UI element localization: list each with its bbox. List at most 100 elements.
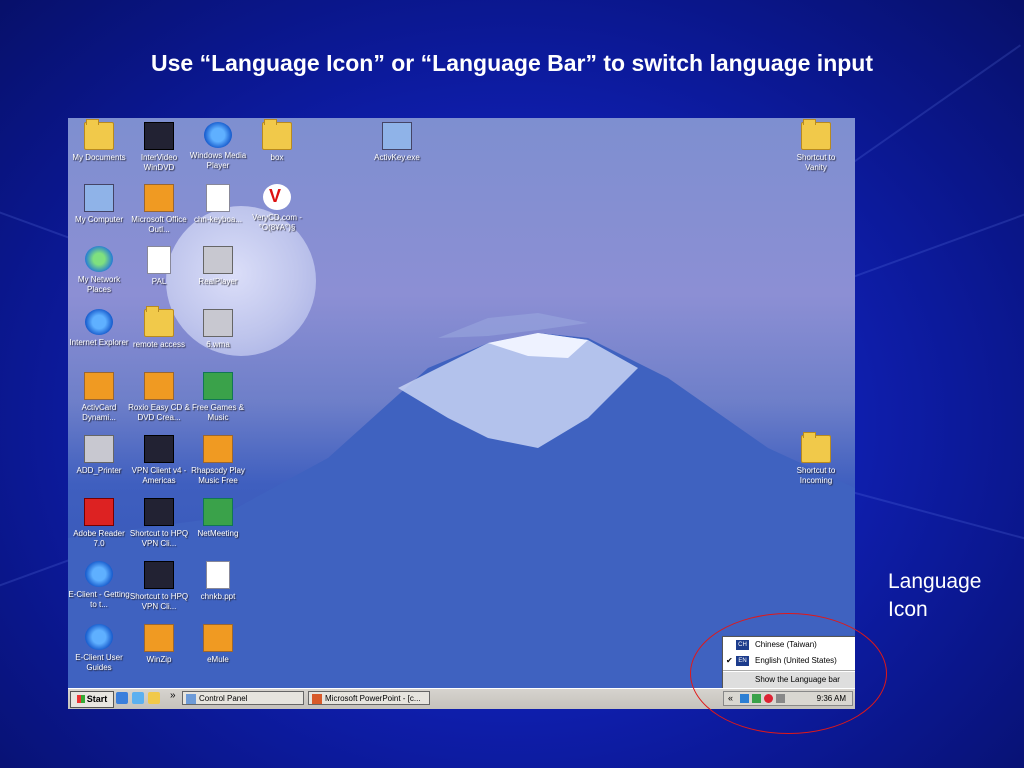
desktop-icon-roxio[interactable]: Roxio Easy CD & DVD Crea... — [128, 372, 190, 423]
task-label: Control Panel — [199, 694, 248, 703]
desktop-icon-pal[interactable]: PAL — [128, 246, 190, 287]
icon-label: Shortcut to HPQ VPN Cli... — [129, 529, 189, 548]
icon-label: E-Client User Guides — [75, 653, 123, 672]
games-icon — [203, 372, 233, 400]
icon-label: eMule — [207, 655, 229, 664]
desktop-icon-my-computer[interactable]: My Computer — [68, 184, 130, 225]
taskbar-item-control-panel[interactable]: Control Panel — [182, 691, 304, 705]
icon-label: Free Games & Music — [191, 403, 244, 422]
network-icon — [85, 246, 113, 272]
icon-label: remote access — [132, 340, 186, 349]
e-client-icon — [85, 561, 113, 587]
e-client-guides-icon — [85, 624, 113, 650]
start-button[interactable]: Start — [70, 691, 114, 708]
icon-label: Internet Explorer — [69, 338, 129, 347]
desktop-icon-realplayer[interactable]: RealPlayer — [187, 246, 249, 287]
powerpoint-file-icon — [206, 561, 230, 589]
icon-label: RealPlayer — [198, 277, 238, 286]
desktop-icon-netmeeting[interactable]: NetMeeting — [187, 498, 249, 539]
folder-icon — [144, 306, 174, 337]
powerpoint-icon — [312, 694, 322, 704]
desktop-icon-add-printer[interactable]: ADD_Printer — [68, 435, 130, 476]
hp-icon — [144, 435, 174, 463]
desktop-icon-adobe-reader[interactable]: Adobe Reader 7.0 — [68, 498, 130, 549]
icon-label: My Documents — [72, 153, 126, 162]
folder-icon — [801, 432, 831, 463]
icon-label: chnkb.ppt — [200, 592, 236, 601]
desktop-icon-shortcut-vanity[interactable]: Shortcut to Vanity — [785, 119, 847, 173]
desktop-icon-box[interactable]: box — [246, 119, 308, 163]
hp-icon — [144, 498, 174, 526]
quicklaunch-ie-icon[interactable] — [116, 692, 128, 704]
desktop-icon-vpn-client[interactable]: VPN Client v4 - Americas — [128, 435, 190, 486]
icon-label: box — [270, 153, 284, 162]
icon-label: E-Client - Getting to t... — [68, 590, 130, 609]
desktop-icon-shortcut-incoming[interactable]: Shortcut to Incoming — [785, 432, 847, 486]
netmeeting-icon — [203, 498, 233, 526]
desktop-icon-chn-keyboard[interactable]: chn-keyboa... — [187, 184, 249, 225]
desktop-icon-emule[interactable]: eMule — [187, 624, 249, 665]
hp-icon — [144, 561, 174, 589]
icon-label: VPN Client v4 - Americas — [131, 466, 187, 485]
windows-flag-icon — [76, 695, 85, 703]
folder-icon — [262, 119, 292, 150]
desktop-icon-e-client-getting[interactable]: E-Client - Getting to t... — [68, 561, 130, 610]
desktop-icon-hpq-vpn-2[interactable]: Shortcut to HPQ VPN Cli... — [128, 561, 190, 612]
desktop-icon-my-network-places[interactable]: My Network Places — [68, 246, 130, 295]
icon-label: Shortcut to Vanity — [796, 153, 836, 172]
internet-explorer-icon — [85, 309, 113, 335]
word-document-icon — [206, 184, 230, 212]
media-player-icon — [204, 122, 232, 148]
desktop-icon-e-client-guides[interactable]: E-Client User Guides — [68, 624, 130, 673]
icon-label: Adobe Reader 7.0 — [73, 529, 125, 548]
quicklaunch-chevron[interactable]: » — [170, 690, 176, 701]
rhapsody-icon — [203, 435, 233, 463]
icon-label: Roxio Easy CD & DVD Crea... — [128, 403, 190, 422]
icon-label: ActivCard Dynami... — [81, 403, 117, 422]
desktop-icon-winzip[interactable]: WinZip — [128, 624, 190, 665]
desktop-icon-outlook[interactable]: Microsoft Office Outl... — [128, 184, 190, 235]
desktop-icon-activkey[interactable]: ActivKey.exe — [366, 122, 428, 163]
winzip-icon — [144, 624, 174, 652]
desktop-icon-remote-access[interactable]: remote access — [128, 306, 190, 350]
slide-title: Use “Language Icon” or “Language Bar” to… — [150, 50, 874, 76]
icon-label: Windows Media Player — [189, 151, 247, 170]
control-panel-icon — [186, 694, 196, 704]
icon-label: PAL — [151, 277, 167, 286]
start-label: Start — [86, 694, 108, 704]
quicklaunch-explorer-icon[interactable] — [132, 692, 144, 704]
desktop-icon-verycd[interactable]: VeryCD.com - °Ο(8¥Α°)§ — [246, 184, 308, 233]
adobe-reader-icon — [84, 498, 114, 526]
desktop-screenshot: My Documents My Computer My Network Plac… — [68, 118, 855, 709]
windvd-icon — [144, 122, 174, 150]
icon-label: chn-keyboa... — [193, 215, 243, 224]
annotation-line-2: Icon — [888, 598, 928, 621]
quicklaunch-folder-icon[interactable] — [148, 692, 160, 704]
outlook-icon — [144, 184, 174, 212]
desktop-icon-windvd[interactable]: InterVideo WinDVD — [128, 122, 190, 173]
taskbar-item-powerpoint[interactable]: Microsoft PowerPoint - [c... — [308, 691, 430, 705]
icon-label: Shortcut to HPQ VPN Cli... — [129, 592, 189, 611]
icon-label: Microsoft Office Outl... — [131, 215, 187, 234]
icon-label: WinZip — [146, 655, 172, 664]
printer-icon — [84, 435, 114, 463]
desktop-icon-activcard[interactable]: ActivCard Dynami... — [68, 372, 130, 423]
desktop-icon-chnkb-ppt[interactable]: chnkb.ppt — [187, 561, 249, 602]
desktop-icon-windows-media-player[interactable]: Windows Media Player — [187, 122, 249, 171]
desktop-icon-free-games[interactable]: Free Games & Music — [187, 372, 249, 423]
folder-icon — [84, 119, 114, 150]
desktop-icon-hpq-vpn-1[interactable]: Shortcut to HPQ VPN Cli... — [128, 498, 190, 549]
desktop-icon-rhapsody[interactable]: Rhapsody Play Music Free — [187, 435, 249, 486]
icon-label: ADD_Printer — [76, 466, 122, 475]
pal-icon — [147, 246, 171, 274]
annotation-language-icon: Language Icon — [888, 568, 1018, 624]
icon-label: My Network Places — [77, 275, 121, 294]
desktop-icon-my-documents[interactable]: My Documents — [68, 119, 130, 163]
audio-file-icon — [203, 309, 233, 337]
activcard-icon — [84, 372, 114, 400]
task-label: Microsoft PowerPoint - [c... — [325, 694, 421, 703]
desktop-icon-6-wma[interactable]: 6.wma — [187, 309, 249, 350]
desktop-icon-internet-explorer[interactable]: Internet Explorer — [68, 309, 130, 348]
emule-icon — [203, 624, 233, 652]
annotation-line-1: Language — [888, 570, 982, 593]
